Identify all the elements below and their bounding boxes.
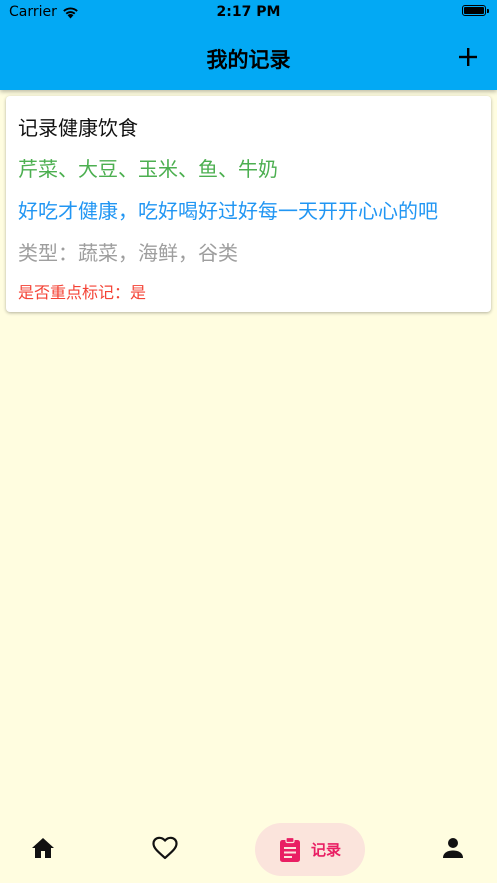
- record-type: 类型：蔬菜，海鲜，谷类: [18, 241, 238, 265]
- record-card[interactable]: 记录健康饮食 芹菜、大豆、玉米、鱼、牛奶 好吃才健康，吃好喝好过好每一天开开心心…: [6, 96, 491, 312]
- nav-favorites[interactable]: [148, 831, 182, 865]
- plus-icon: [459, 48, 477, 66]
- person-icon: [443, 838, 463, 858]
- record-title: 记录健康饮食: [18, 116, 138, 140]
- heart-icon: [152, 836, 178, 860]
- home-icon: [32, 838, 54, 858]
- status-bar: Carrier 2:17 PM: [0, 0, 497, 26]
- bottom-nav: 记录: [0, 823, 497, 883]
- record-description: 好吃才健康，吃好喝好过好每一天开开心心的吧: [18, 199, 438, 223]
- top-bar: Carrier 2:17 PM 我的记录: [0, 0, 497, 90]
- nav-home[interactable]: [26, 831, 60, 865]
- battery-icon: [462, 5, 489, 16]
- nav-profile[interactable]: [436, 831, 470, 865]
- page-title: 我的记录: [206, 48, 291, 72]
- nav-records-label: 记录: [310, 841, 341, 859]
- add-record-button[interactable]: [451, 40, 485, 74]
- record-key-flag: 是否重点标记：是: [18, 283, 147, 302]
- record-ingredients: 芹菜、大豆、玉米、鱼、牛奶: [18, 157, 278, 181]
- status-time: 2:17 PM: [216, 4, 281, 20]
- nav-records[interactable]: 记录: [255, 823, 365, 876]
- clipboard-icon: [279, 836, 300, 862]
